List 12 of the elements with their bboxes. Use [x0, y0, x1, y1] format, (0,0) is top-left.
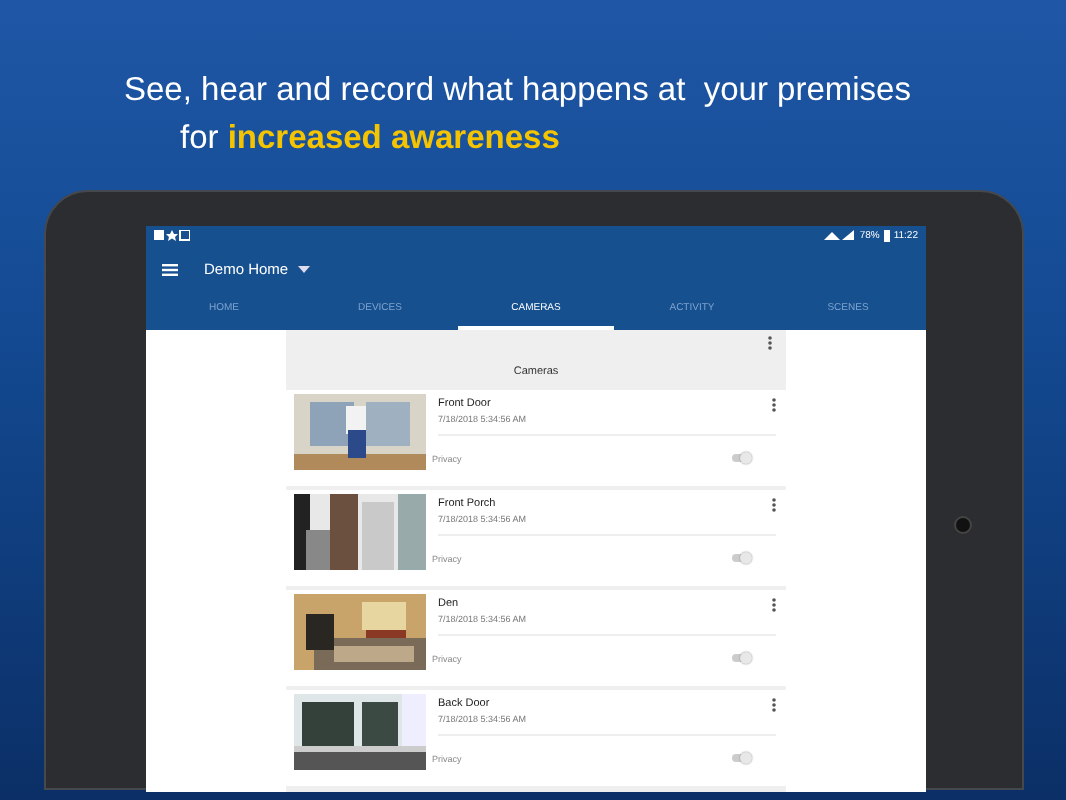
menu-icon[interactable] — [162, 263, 178, 275]
notification-icon — [154, 230, 190, 242]
privacy-toggle[interactable] — [732, 654, 750, 662]
signal-icon — [823, 230, 856, 242]
headline: for increased awareness — [178, 118, 562, 160]
battery-icon — [883, 230, 890, 242]
headline: See, hear and record what happens at your premises — [122, 70, 913, 112]
dropdown-icon[interactable] — [298, 265, 311, 273]
privacy-toggle[interactable] — [732, 454, 750, 462]
camera-icon — [954, 516, 972, 534]
privacy-toggle[interactable] — [732, 754, 750, 762]
privacy-toggle[interactable] — [732, 554, 750, 562]
